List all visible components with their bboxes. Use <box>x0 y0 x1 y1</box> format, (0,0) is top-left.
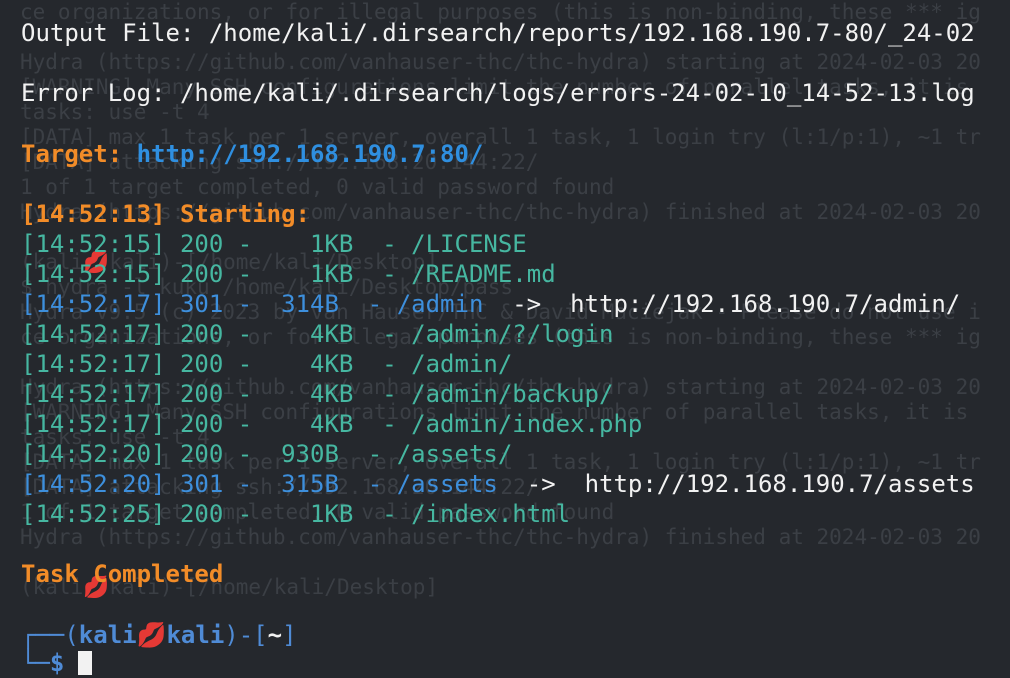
result-code: 200 <box>179 230 224 258</box>
result-code: 200 <box>179 320 224 348</box>
result-path: /admin/?/login <box>411 320 614 348</box>
result-time: [14:52:20] <box>21 470 166 498</box>
result-path: /admin/ <box>411 350 513 378</box>
target-line: Target: http://192.168.190.7:80/ <box>21 140 484 168</box>
result-row: [14:52:17] 301 - 314B - /admin -> http:/… <box>21 290 961 318</box>
result-row: [14:52:17] 200 - 4KB - /admin/ <box>21 350 513 378</box>
result-path: /assets <box>396 470 498 498</box>
result-row: [14:52:20] 200 - 930B - /assets/ <box>21 440 513 468</box>
result-row: [14:52:15] 200 - 1KB - /LICENSE <box>21 230 527 258</box>
error-log-line: Error Log: /home/kali/.dirsearch/logs/er… <box>21 79 975 107</box>
result-path: /assets/ <box>396 440 513 468</box>
prompt-user: kali <box>78 621 137 649</box>
result-size: 314B <box>281 290 339 318</box>
result-row: [14:52:17] 200 - 4KB - /admin/?/login <box>21 320 614 348</box>
prompt-line-2[interactable]: └─$ <box>21 648 93 678</box>
terminal-output: Output File: /home/kali/.dirsearch/repor… <box>21 0 975 677</box>
result-code: 200 <box>179 410 224 438</box>
result-size: 4KB <box>281 380 354 408</box>
result-code: 200 <box>179 380 224 408</box>
prompt-line-1: ┌──(kali💋kali)-[~] <box>21 621 297 649</box>
result-row: [14:52:15] 200 - 1KB - /README.md <box>21 260 556 288</box>
result-path: /README.md <box>411 260 556 288</box>
result-size: 1KB <box>281 230 354 258</box>
result-time: [14:52:17] <box>21 410 166 438</box>
result-size: 4KB <box>281 320 354 348</box>
result-code: 200 <box>179 500 224 528</box>
starting-line: [14:52:13] Starting: <box>21 200 310 228</box>
result-code: 301 <box>179 470 224 498</box>
result-size: 315B <box>281 470 339 498</box>
result-path: /LICENSE <box>411 230 527 258</box>
result-row: [14:52:17] 200 - 4KB - /admin/index.php <box>21 410 643 438</box>
output-file-line: Output File: /home/kali/.dirsearch/repor… <box>21 19 975 47</box>
prompt-dir: ~ <box>267 621 283 649</box>
result-size: 1KB <box>281 500 354 528</box>
result-row: [14:52:17] 200 - 4KB - /admin/backup/ <box>21 380 614 408</box>
result-redirect: http://192.168.190.7/assets <box>584 470 975 498</box>
result-size: 1KB <box>281 260 354 288</box>
result-code: 301 <box>179 290 224 318</box>
task-completed-line: Task Completed <box>21 560 224 588</box>
result-time: [14:52:20] <box>21 440 166 468</box>
cursor[interactable] <box>78 651 93 675</box>
result-path: /admin <box>396 290 484 318</box>
skull-icon: 💋 <box>136 621 167 649</box>
result-size: 4KB <box>281 350 354 378</box>
result-row: [14:52:20] 301 - 315B - /assets -> http:… <box>21 470 975 498</box>
prompt-symbol: $ <box>49 649 65 677</box>
result-code: 200 <box>179 350 224 378</box>
ghost-line: Hydra (https://github.com/vanhauser-thc/… <box>20 50 981 74</box>
result-time: [14:52:15] <box>21 260 166 288</box>
result-time: [14:52:25] <box>21 500 166 528</box>
result-size: 4KB <box>281 410 354 438</box>
result-code: 200 <box>179 440 224 468</box>
result-path: /admin/backup/ <box>411 380 614 408</box>
result-time: [14:52:17] <box>21 380 166 408</box>
result-time: [14:52:17] <box>21 350 166 378</box>
result-size: 930B <box>281 440 339 468</box>
result-path: /index.html <box>411 500 571 528</box>
result-time: [14:52:15] <box>21 230 166 258</box>
result-redirect: http://192.168.190.7/admin/ <box>570 290 961 318</box>
ghost-line: 1 of 1 target completed, 0 valid passwor… <box>20 175 615 199</box>
result-time: [14:52:17] <box>21 320 166 348</box>
result-row: [14:52:25] 200 - 1KB - /index.html <box>21 500 571 528</box>
prompt-host: kali <box>166 621 225 649</box>
result-code: 200 <box>179 260 224 288</box>
result-time: [14:52:17] <box>21 290 166 318</box>
result-path: /admin/index.php <box>411 410 643 438</box>
